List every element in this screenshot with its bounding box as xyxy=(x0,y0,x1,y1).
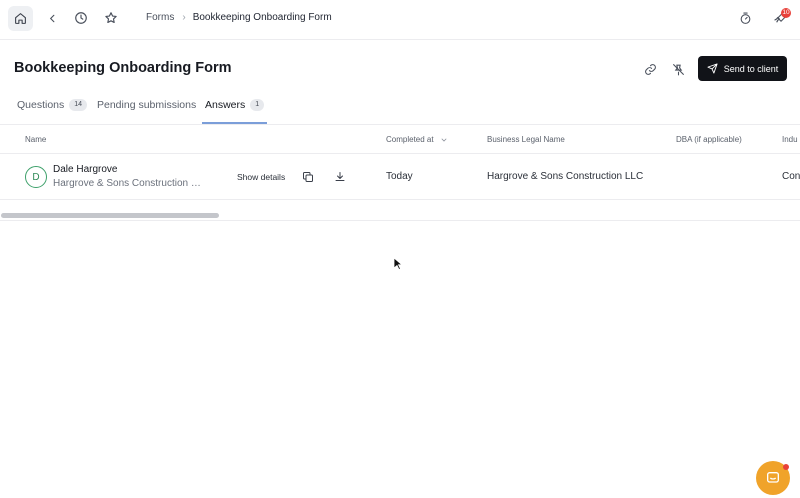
timer-button[interactable] xyxy=(733,6,757,30)
unpin-button[interactable] xyxy=(666,57,690,81)
copy-button[interactable] xyxy=(296,165,320,189)
cell-business-legal-name: Hargrove & Sons Construction LLC xyxy=(487,171,644,182)
cell-completed-at: Today xyxy=(386,171,413,182)
tab-count-badge: 14 xyxy=(69,99,88,111)
download-icon xyxy=(335,172,345,181)
send-icon xyxy=(707,63,718,74)
tab-answers[interactable]: Answers 1 xyxy=(205,98,265,112)
page-title: Bookkeeping Onboarding Form xyxy=(14,60,232,76)
tab-label: Questions xyxy=(17,99,65,111)
link-icon xyxy=(644,63,656,75)
respondent-name: Dale Hargrove xyxy=(53,164,118,175)
send-to-client-button[interactable]: Send to client xyxy=(698,56,787,81)
tab-label: Answers xyxy=(205,99,246,111)
chevron-down-icon xyxy=(441,138,447,142)
back-button[interactable] xyxy=(40,6,64,30)
tab-bar: Questions 14 Pending submissions Answers… xyxy=(0,92,800,125)
chevron-right-icon: › xyxy=(182,12,186,23)
home-button[interactable] xyxy=(8,6,33,31)
timer-icon xyxy=(740,12,750,24)
chevron-left-icon xyxy=(49,14,54,22)
send-to-client-label: Send to client xyxy=(723,63,779,74)
active-tab-indicator xyxy=(202,122,267,124)
breadcrumb: Forms › Bookkeeping Onboarding Form xyxy=(146,12,332,23)
column-header-industry[interactable]: Indu xyxy=(782,135,798,144)
tab-pending-submissions[interactable]: Pending submissions xyxy=(97,98,196,112)
respondent-company: Hargrove & Sons Construction LLC xyxy=(53,178,203,189)
scrollbar-thumb[interactable] xyxy=(1,213,219,218)
column-header-label: Completed at xyxy=(386,135,434,144)
copy-icon xyxy=(303,172,313,182)
tab-count-badge: 1 xyxy=(250,99,265,111)
chat-icon xyxy=(767,472,779,483)
cell-industry: Con xyxy=(782,171,800,182)
pin-off-icon xyxy=(672,63,684,75)
breadcrumb-forms[interactable]: Forms xyxy=(146,12,174,23)
column-header-name[interactable]: Name xyxy=(25,135,46,144)
notification-badge: 10 xyxy=(781,8,791,18)
column-header-completed-at[interactable]: Completed at xyxy=(386,135,448,144)
history-button[interactable] xyxy=(69,6,93,30)
mouse-cursor-icon xyxy=(393,257,403,271)
favorite-button[interactable] xyxy=(99,6,123,30)
column-header-business-legal-name[interactable]: Business Legal Name xyxy=(487,135,565,144)
history-icon xyxy=(75,12,87,24)
copy-link-button[interactable] xyxy=(638,57,662,81)
breadcrumb-current: Bookkeeping Onboarding Form xyxy=(192,12,332,23)
show-details-button[interactable]: Show details xyxy=(237,172,285,182)
download-button[interactable] xyxy=(328,165,352,189)
home-icon xyxy=(15,13,26,24)
tab-label: Pending submissions xyxy=(97,99,197,111)
top-bar: Forms › Bookkeeping Onboarding Form 10 xyxy=(0,0,800,40)
column-header-dba[interactable]: DBA (if applicable) xyxy=(676,135,742,144)
avatar: D xyxy=(25,166,47,188)
tab-questions[interactable]: Questions 14 xyxy=(17,98,88,112)
star-icon xyxy=(105,12,117,24)
chat-unread-dot xyxy=(783,464,789,470)
